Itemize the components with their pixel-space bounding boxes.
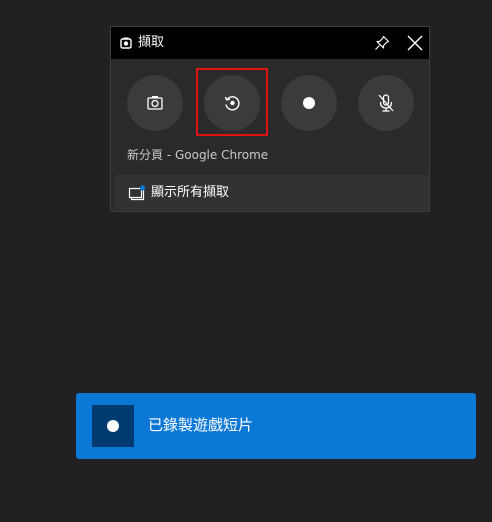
record-last-icon (224, 96, 240, 111)
capture-widget-icon (120, 37, 132, 49)
toast-message: 已錄製遊戲短片 (148, 416, 254, 434)
pin-icon[interactable] (373, 34, 391, 52)
camera-icon (147, 96, 163, 110)
record-dot-icon (107, 420, 119, 432)
close-icon[interactable] (406, 34, 424, 52)
record-last-30-sec-button[interactable] (204, 75, 260, 131)
toast-icon-box (92, 405, 134, 447)
gallery-icon (128, 185, 146, 201)
start-recording-button[interactable] (281, 75, 337, 131)
record-dot-icon (303, 97, 315, 109)
mic-off-icon (378, 94, 394, 112)
screenshot-button[interactable] (127, 75, 183, 131)
widget-titlebar: 擷取 (111, 27, 429, 59)
capture-widget: 擷取 新分頁 - Google Chrome 顯示所有擷取 (110, 26, 430, 212)
recording-saved-toast[interactable]: 已錄製遊戲短片 (76, 393, 476, 459)
widget-title: 擷取 (138, 35, 165, 50)
captured-app-name: 新分頁 - Google Chrome (127, 148, 269, 162)
mic-toggle-button[interactable] (358, 75, 414, 131)
show-all-captures-label: 顯示所有擷取 (151, 185, 230, 200)
show-all-captures-button[interactable]: 顯示所有擷取 (115, 175, 429, 210)
